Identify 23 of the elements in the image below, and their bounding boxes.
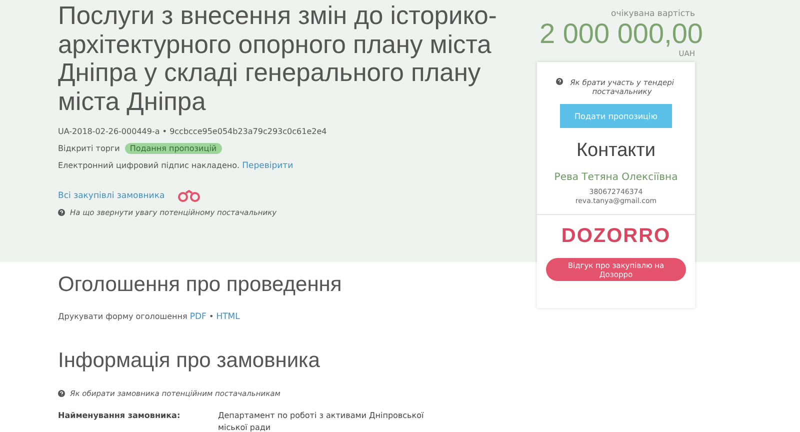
print-link[interactable]: HTML	[216, 312, 240, 322]
section-title: Інформація про замовника	[58, 349, 321, 373]
price-amount: 2 000 000,00	[538, 19, 703, 49]
help-icon	[58, 390, 65, 397]
help-icon	[58, 209, 65, 216]
tender-id: UA-2018-02-26-000449-a • 9ccbcce95e054b23a79c293c0c61e2e4	[58, 126, 328, 137]
logo: DOZORRO	[561, 225, 671, 248]
field-value: Департамент по роботі з активами Дніпровської міської ради	[218, 410, 425, 432]
verify-link[interactable]: Перевірити	[242, 161, 294, 171]
contact-name: Рева Тетяна Олексіївна	[554, 172, 678, 183]
help-icon	[556, 78, 563, 85]
submit-bid-button[interactable]: Подати пропозицію	[560, 104, 672, 128]
contacts-title: Контакти	[576, 140, 656, 162]
buyer-tenders-link[interactable]: Всі закупівлі замовника	[58, 191, 165, 201]
print-form-label: Друкувати форму оголошення PDF • HTML	[58, 311, 241, 323]
section-title: Оголошення про проведення	[58, 273, 343, 297]
print-link[interactable]: PDF	[190, 312, 206, 322]
price-label: очікувана вартість	[610, 9, 695, 19]
status-badge: Подання пропозицій	[124, 143, 222, 154]
field-label: Найменування замовника:	[58, 410, 182, 422]
procedure-type: Відкриті торги	[58, 143, 120, 154]
tender-title: Послуги з внесення змін до історико-архітектурного опорного плану міста Дніпра у складі генерального плану міста Дніпра	[58, 2, 498, 116]
signature-note: Електронний цифровий підпис накладено. Перевірити	[58, 160, 294, 172]
